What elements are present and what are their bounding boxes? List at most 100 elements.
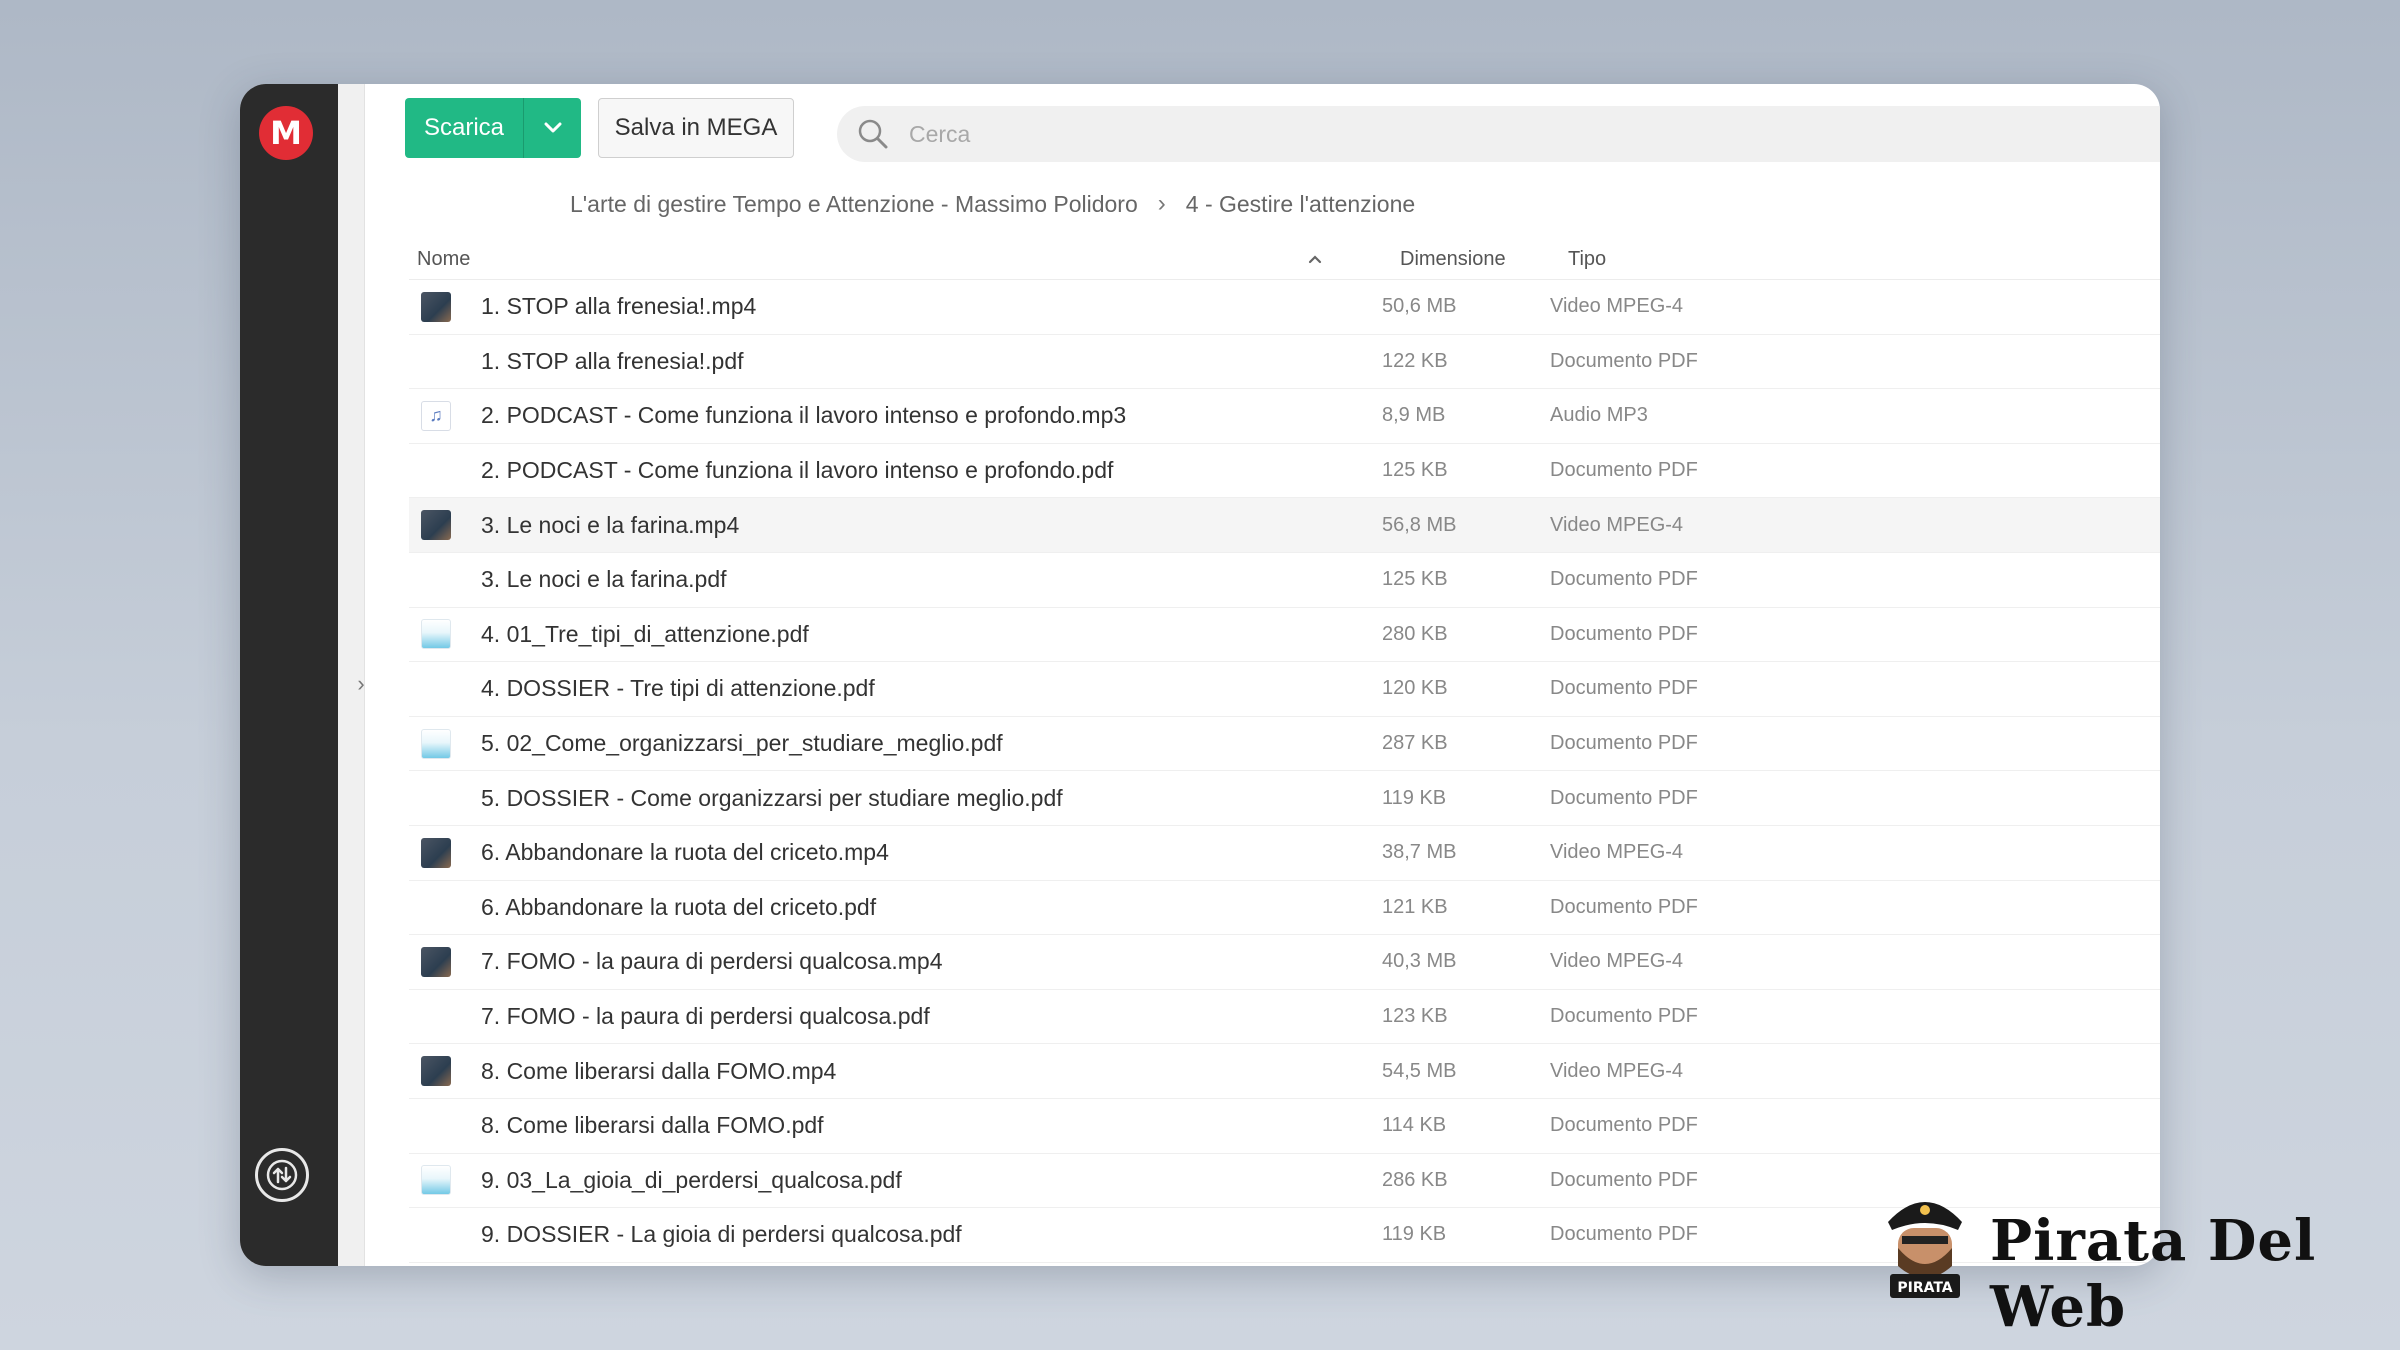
- table-row[interactable]: 4. DOSSIER - Tre tipi di attenzione.pdf 1…: [409, 662, 2160, 717]
- download-options-dropdown[interactable]: [524, 121, 581, 135]
- table-row[interactable]: 5. 02_Come_organizzarsi_per_studiare_meg…: [409, 717, 2160, 772]
- file-size: 38,7 MB: [1382, 841, 1457, 864]
- transfer-icon: [266, 1159, 298, 1191]
- breadcrumb: L'arte di gestire Tempo e Attenzione - M…: [570, 184, 1415, 224]
- file-type: Documento PDF: [1550, 677, 1698, 700]
- file-type: Documento PDF: [1550, 459, 1698, 482]
- chevron-down-icon: [544, 122, 561, 133]
- chevron-right-icon: ›: [1157, 190, 1166, 217]
- file-size: 123 KB: [1382, 1005, 1448, 1028]
- table-row[interactable]: 7. FOMO - la paura di perdersi qualcosa.…: [409, 990, 2160, 1045]
- file-name: 2. PODCAST - Come funziona il lavoro int…: [481, 457, 1114, 484]
- file-thumbnail-placeholder: [421, 674, 451, 704]
- table-row[interactable]: 1. STOP alla frenesia!.mp4 50,6 MB Video M…: [409, 280, 2160, 335]
- left-rail: M: [240, 84, 338, 1266]
- file-size: 120 KB: [1382, 677, 1448, 700]
- file-type: Documento PDF: [1550, 568, 1698, 591]
- file-thumbnail-placeholder: [421, 1220, 451, 1250]
- file-name: 6. Abbandonare la ruota del criceto.pdf: [481, 893, 877, 920]
- file-size: 280 KB: [1382, 622, 1448, 645]
- watermark-brand-text: Pirata Del Web: [1990, 1208, 2317, 1340]
- main-panel: Scarica Salva in MEGA Cerca L'arte di ge…: [365, 84, 2160, 1266]
- file-type: Documento PDF: [1550, 1168, 1698, 1191]
- mega-logo-icon[interactable]: M: [259, 106, 313, 160]
- document-thumbnail-icon: [421, 619, 451, 650]
- file-name: 4. DOSSIER - Tre tipi di attenzione.pdf: [481, 675, 875, 702]
- file-size: 122 KB: [1382, 349, 1448, 372]
- file-thumbnail-placeholder: [421, 783, 451, 813]
- file-type: Documento PDF: [1550, 732, 1698, 755]
- file-table: Nome Dimensione Tipo 1. STOP alla frenes…: [409, 239, 2160, 1263]
- search-bar[interactable]: Cerca: [837, 106, 2160, 162]
- search-input[interactable]: Cerca: [909, 121, 970, 148]
- file-name: 1. STOP alla frenesia!.mp4: [481, 293, 757, 320]
- file-type: Video MPEG-4: [1550, 513, 1684, 536]
- file-type: Documento PDF: [1550, 895, 1698, 918]
- sort-ascending-icon[interactable]: [1307, 253, 1367, 265]
- table-row[interactable]: 5. DOSSIER - Come organizzarsi per studi…: [409, 771, 2160, 826]
- file-size: 56,8 MB: [1382, 513, 1457, 536]
- download-button[interactable]: Scarica: [405, 98, 581, 158]
- file-name: 9. DOSSIER - La gioia di perdersi qualco…: [481, 1221, 962, 1248]
- table-row[interactable]: 1. STOP alla frenesia!.pdf 122 KB Document…: [409, 335, 2160, 390]
- file-thumbnail-placeholder: [421, 456, 451, 486]
- transfer-manager-button[interactable]: [255, 1148, 309, 1202]
- chevron-right-icon: ›: [357, 671, 365, 696]
- table-row[interactable]: 6. Abbandonare la ruota del criceto.mp4 3…: [409, 826, 2160, 881]
- file-size: 119 KB: [1382, 786, 1447, 809]
- table-row[interactable]: 8. Come liberarsi dalla FOMO.pdf 114 KB Do…: [409, 1099, 2160, 1154]
- file-thumbnail-placeholder: [421, 1002, 451, 1032]
- table-row[interactable]: 6. Abbandonare la ruota del criceto.pdf 1…: [409, 881, 2160, 936]
- column-header-name[interactable]: Nome: [409, 248, 1307, 271]
- table-row[interactable]: 8. Come liberarsi dalla FOMO.mp4 54,5 MB V…: [409, 1044, 2160, 1099]
- video-thumbnail-icon: [421, 946, 451, 977]
- table-row[interactable]: 7. FOMO - la paura di perdersi qualcosa.…: [409, 935, 2160, 990]
- breadcrumb-current-folder[interactable]: 4 - Gestire l'attenzione: [1186, 191, 1415, 218]
- mascot-badge-text: PIRATA: [1897, 1280, 1952, 1296]
- document-thumbnail-icon: [421, 1165, 451, 1196]
- file-name: 5. 02_Come_organizzarsi_per_studiare_meg…: [481, 730, 1003, 757]
- file-thumbnail-placeholder: [421, 892, 451, 922]
- table-row[interactable]: 3. Le noci e la farina.mp4 56,8 MB Video M…: [409, 498, 2160, 553]
- video-thumbnail-icon: [421, 291, 451, 322]
- file-type: Documento PDF: [1550, 622, 1698, 645]
- file-thumbnail-placeholder: [421, 346, 451, 376]
- column-header-size[interactable]: Dimensione: [1367, 248, 1568, 271]
- audio-file-icon: ♫: [421, 400, 451, 431]
- file-name: 8. Come liberarsi dalla FOMO.mp4: [481, 1057, 837, 1084]
- file-size: 119 KB: [1382, 1223, 1447, 1246]
- column-header-type[interactable]: Tipo: [1568, 248, 2160, 271]
- file-type: Audio MP3: [1550, 404, 1648, 427]
- video-thumbnail-icon: [421, 837, 451, 868]
- file-size: 114 KB: [1382, 1114, 1447, 1137]
- file-name: 4. 01_Tre_tipi_di_attenzione.pdf: [481, 620, 809, 647]
- file-thumbnail-placeholder: [421, 1111, 451, 1141]
- file-size: 125 KB: [1382, 459, 1448, 482]
- table-row[interactable]: 2. PODCAST - Come funziona il lavoro int…: [409, 444, 2160, 499]
- file-type: Video MPEG-4: [1550, 1059, 1684, 1082]
- table-row[interactable]: 4. 01_Tre_tipi_di_attenzione.pdf 280 KB Do…: [409, 608, 2160, 663]
- file-type: Video MPEG-4: [1550, 950, 1684, 973]
- save-to-mega-button[interactable]: Salva in MEGA: [598, 98, 794, 158]
- video-thumbnail-icon: [421, 510, 451, 541]
- document-thumbnail-icon: [421, 728, 451, 759]
- file-type: Documento PDF: [1550, 786, 1698, 809]
- file-type: Video MPEG-4: [1550, 295, 1684, 318]
- file-size: 50,6 MB: [1382, 295, 1457, 318]
- file-name: 8. Come liberarsi dalla FOMO.pdf: [481, 1112, 824, 1139]
- file-name: 1. STOP alla frenesia!.pdf: [481, 347, 744, 374]
- file-thumbnail-placeholder: [421, 565, 451, 595]
- table-header: Nome Dimensione Tipo: [409, 239, 2160, 280]
- file-name: 3. Le noci e la farina.mp4: [481, 511, 740, 538]
- file-name: 3. Le noci e la farina.pdf: [481, 566, 727, 593]
- file-name: 9. 03_La_gioia_di_perdersi_qualcosa.pdf: [481, 1166, 902, 1193]
- table-row[interactable]: 3. Le noci e la farina.pdf 125 KB Document…: [409, 553, 2160, 608]
- search-icon: [837, 117, 909, 151]
- file-name: 6. Abbandonare la ruota del criceto.mp4: [481, 839, 889, 866]
- breadcrumb-parent-folder[interactable]: L'arte di gestire Tempo e Attenzione - M…: [570, 191, 1138, 218]
- file-size: 287 KB: [1382, 732, 1448, 755]
- file-size: 286 KB: [1382, 1168, 1448, 1191]
- table-row[interactable]: ♫ 2. PODCAST - Come funziona il lavoro in…: [409, 389, 2160, 444]
- file-type: Documento PDF: [1550, 1005, 1698, 1028]
- file-name: 5. DOSSIER - Come organizzarsi per studi…: [481, 784, 1063, 811]
